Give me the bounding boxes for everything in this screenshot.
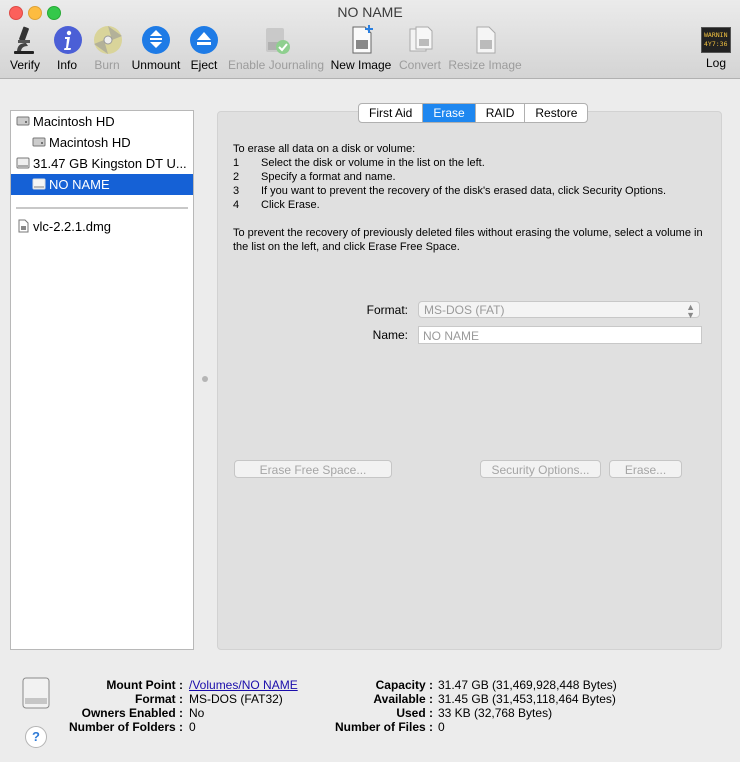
window-title: NO NAME	[337, 4, 403, 20]
format-info-value: MS-DOS (FAT32)	[189, 692, 283, 706]
free-space-note: To prevent the recovery of previously de…	[233, 227, 703, 253]
used-label: Used :	[396, 706, 433, 720]
volume-icon	[32, 178, 46, 190]
available-label: Available :	[373, 692, 433, 706]
sidebar-item-label: Macintosh HD	[49, 135, 131, 150]
hard-drive-icon	[16, 116, 30, 126]
number-of-files-value: 0	[438, 720, 445, 734]
new-image-icon	[352, 25, 373, 54]
available-value: 31.45 GB (31,453,118,464 Bytes)	[438, 692, 616, 706]
unmount-label: Unmount	[131, 58, 181, 72]
toolbar: NO NAME Verify Info Burn Unmount Eject E…	[0, 0, 740, 79]
format-label: Format:	[366, 303, 408, 317]
eject-button[interactable]: Eject	[188, 24, 220, 72]
security-options-button[interactable]: Security Options...	[480, 460, 601, 478]
capacity-value: 31.47 GB (31,469,928,448 Bytes)	[438, 678, 617, 692]
erase-instructions: To erase all data on a disk or volume: 1…	[233, 142, 703, 254]
erase-free-space-button[interactable]: Erase Free Space...	[234, 460, 392, 478]
verify-label: Verify	[9, 58, 40, 72]
owners-enabled-label: Owners Enabled :	[81, 706, 183, 720]
resize-image-button[interactable]: Resize Image	[448, 24, 522, 72]
dmg-file-icon	[18, 219, 29, 233]
mount-point-label: Mount Point :	[106, 678, 183, 692]
convert-button[interactable]: Convert	[397, 24, 443, 72]
unmount-button[interactable]: Unmount	[130, 24, 182, 72]
sidebar-item-label: NO NAME	[49, 177, 110, 192]
console-log-icon: WARNIN 4Y7:36	[701, 27, 731, 53]
info-label: Info	[56, 58, 77, 72]
sidebar-item-macintosh-hd-volume[interactable]: Macintosh HD	[11, 132, 193, 153]
format-select-value: MS-DOS (FAT)	[424, 303, 505, 317]
new-image-button[interactable]: New Image	[330, 24, 392, 72]
eject-label: Eject	[190, 58, 218, 72]
enable-journaling-label: Enable Journaling	[227, 58, 325, 72]
owners-enabled-value: No	[189, 706, 205, 720]
chevron-up-down-icon: ▲ ▼	[686, 302, 695, 320]
new-image-label: New Image	[330, 58, 392, 72]
help-button[interactable]: ?	[25, 726, 47, 748]
format-select[interactable]: MS-DOS (FAT) ▲ ▼	[418, 301, 700, 320]
name-label: Name:	[372, 328, 408, 342]
log-button[interactable]: WARNIN 4Y7:36 Log	[698, 24, 734, 70]
tab-restore[interactable]: Restore	[525, 104, 587, 122]
enable-journaling-button[interactable]: Enable Journaling	[227, 24, 325, 72]
usb-drive-icon	[16, 157, 30, 169]
sidebar-item-vlc-dmg[interactable]: vlc-2.2.1.dmg	[11, 216, 193, 237]
number-of-folders-label: Number of Folders :	[68, 720, 183, 734]
tab-raid[interactable]: RAID	[476, 104, 526, 122]
sidebar-separator	[16, 207, 188, 209]
disk-utility-window: NO NAME Verify Info Burn Unmount Eject E…	[0, 0, 740, 762]
volume-icon	[32, 137, 46, 147]
sidebar-item-label: 31.47 GB Kingston DT U...	[33, 156, 187, 171]
burn-label: Burn	[94, 58, 120, 72]
sidebar-item-kingston-disk[interactable]: 31.47 GB Kingston DT U...	[11, 153, 193, 174]
sidebar-item-macintosh-hd-disk[interactable]: Macintosh HD	[11, 111, 193, 132]
resize-image-icon	[476, 26, 496, 54]
tab-first-aid[interactable]: First Aid	[359, 104, 424, 122]
sidebar-item-label: Macintosh HD	[33, 114, 115, 129]
step-1: 1 Select the disk or volume in the list o…	[233, 157, 485, 169]
name-input[interactable]: NO NAME	[418, 326, 702, 344]
verify-button[interactable]: Verify	[8, 24, 42, 72]
format-info-label: Format :	[135, 692, 183, 706]
journaling-icon	[266, 28, 290, 54]
log-label: Log	[705, 56, 727, 70]
sidebar-item-label: vlc-2.2.1.dmg	[33, 219, 112, 234]
number-of-folders-value: 0	[189, 720, 196, 734]
burn-disc-icon	[94, 26, 122, 54]
info-icon	[54, 26, 82, 54]
mount-point-value: /Volumes/NO NAME	[189, 678, 298, 692]
convert-label: Convert	[398, 58, 442, 72]
step-3: 3 If you want to prevent the recovery of …	[233, 185, 667, 197]
mount-point-link[interactable]: /Volumes/NO NAME	[189, 678, 298, 692]
split-view-handle[interactable]	[202, 376, 208, 382]
used-value: 33 KB (32,768 Bytes)	[438, 706, 553, 720]
info-button[interactable]: Info	[52, 24, 82, 72]
disk-list-sidebar: Macintosh HD Macintosh HD 31.47 GB Kings…	[10, 110, 194, 650]
number-of-files-label: Number of Files :	[334, 720, 433, 734]
erase-button[interactable]: Erase...	[609, 460, 682, 478]
resize-image-label: Resize Image	[448, 58, 522, 72]
step-2: 2 Specify a format and name.	[233, 171, 396, 183]
convert-icon	[409, 26, 433, 52]
unmount-icon	[142, 26, 170, 54]
step-4: 4 Click Erase.	[233, 199, 320, 211]
sidebar-item-no-name[interactable]: NO NAME	[11, 174, 193, 195]
erase-intro: To erase all data on a disk or volume:	[233, 143, 416, 155]
capacity-label: Capacity :	[375, 678, 433, 692]
eject-icon	[190, 26, 218, 54]
burn-button[interactable]: Burn	[92, 24, 122, 72]
microscope-icon	[14, 26, 34, 54]
tab-bar: First Aid Erase RAID Restore	[358, 103, 589, 123]
tab-erase[interactable]: Erase	[423, 104, 476, 122]
